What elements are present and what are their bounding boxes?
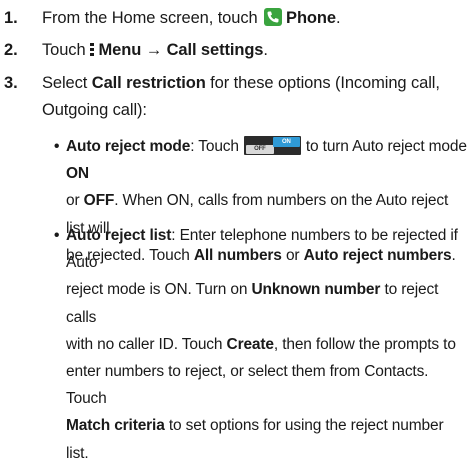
phone-icon bbox=[264, 8, 283, 26]
call-restriction-label: Call restriction bbox=[91, 74, 206, 92]
menu-icon bbox=[89, 43, 96, 57]
toggle-switch-icon: OFF ON bbox=[243, 136, 301, 155]
step-text: Touch Menu → Call settings. bbox=[42, 41, 268, 59]
step-text: From the Home screen, touch Phone. bbox=[42, 8, 341, 27]
bullet-mark: • bbox=[54, 227, 60, 244]
instructions-document: 1. From the Home screen, touch Phone. 2.… bbox=[0, 0, 473, 462]
step-text: Select Call restriction for these option… bbox=[42, 74, 440, 119]
phone-label: Phone bbox=[286, 9, 336, 27]
step-number: 1. bbox=[4, 9, 18, 27]
menu-path-label: Menu → Call settings bbox=[98, 41, 264, 59]
bullet-mark: • bbox=[54, 138, 60, 155]
step-number: 2. bbox=[4, 41, 18, 59]
step-number: 3. bbox=[4, 74, 18, 92]
bullet-text: Auto reject list: Enter telephone number… bbox=[66, 227, 458, 462]
